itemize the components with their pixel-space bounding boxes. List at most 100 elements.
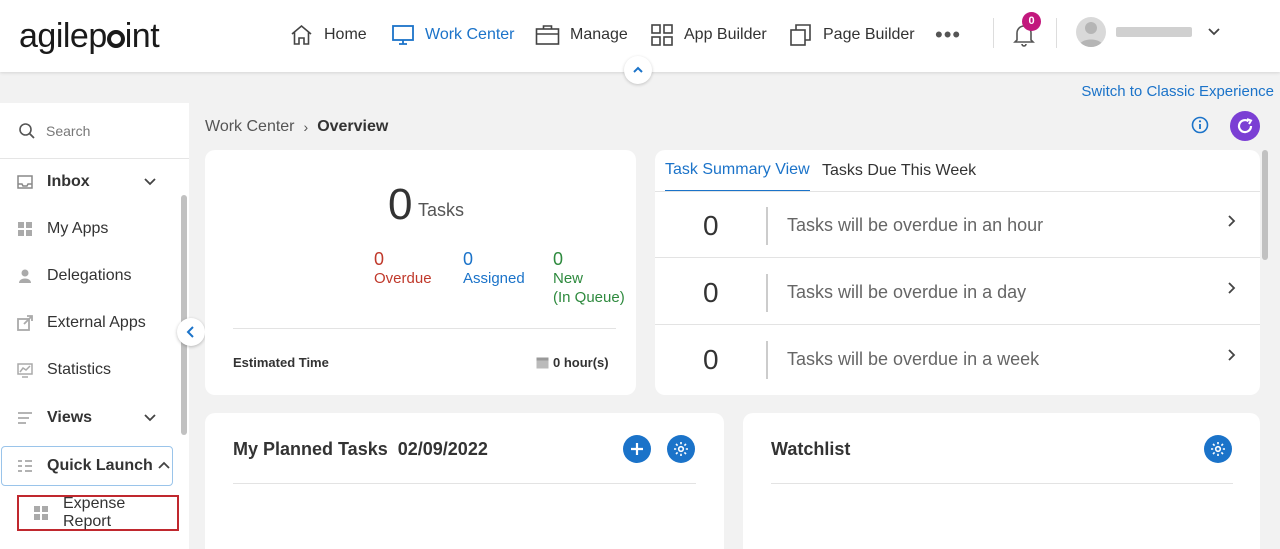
sidebar-item-label: Delegations [47, 267, 132, 284]
breadcrumb-root[interactable]: Work Center [205, 118, 295, 136]
sidebar-item-inbox[interactable]: Inbox [0, 162, 182, 202]
sidebar-item-quick-launch[interactable]: Quick Launch [0, 446, 174, 486]
sidebar-item-views[interactable]: Views [0, 398, 182, 438]
watchlist-card: Watchlist [743, 413, 1260, 549]
estimated-time-label: Estimated Time [233, 355, 329, 370]
row-divider [766, 341, 768, 379]
lines-icon [17, 410, 33, 426]
row-text: Tasks will be overdue in an hour [787, 215, 1044, 235]
grid-icon [651, 24, 673, 46]
nav-home-label: Home [324, 26, 367, 43]
nav-home[interactable]: Home [289, 20, 367, 50]
sidebar-item-delegations[interactable]: Delegations [0, 256, 182, 296]
home-icon [291, 24, 312, 45]
plus-icon [631, 443, 643, 455]
collapse-header-button[interactable] [624, 56, 652, 84]
sidebar-scrollbar[interactable] [181, 195, 187, 435]
user-avatar[interactable] [1076, 17, 1106, 47]
search-placeholder: Search [46, 122, 91, 139]
assigned-stat[interactable]: 0 Assigned [463, 250, 525, 288]
new-sublabel: (In Queue) [553, 289, 625, 306]
my-planned-tasks-card: My Planned Tasks 02/09/2022 [205, 413, 724, 549]
sidebar-item-label: Quick Launch [47, 457, 153, 474]
agilepoint-logo[interactable]: agilep int [19, 17, 160, 56]
planned-date[interactable]: 02/09/2022 [398, 439, 488, 459]
card-divider [233, 328, 616, 329]
sidebar-item-statistics[interactable]: Statistics [0, 350, 182, 390]
row-divider [766, 274, 768, 312]
planned-settings-button[interactable] [667, 435, 695, 463]
chevron-down-icon[interactable] [142, 410, 158, 426]
planned-tasks-title: My Planned Tasks 02/09/2022 [233, 439, 488, 460]
tasks-overview-card: 0 Tasks 0 Overdue 0 Assigned 0 New (In Q… [205, 150, 636, 395]
watchlist-settings-button[interactable] [1204, 435, 1232, 463]
quick-launch-expense-report[interactable]: Expense Report [17, 495, 179, 531]
main-scrollbar[interactable] [1262, 150, 1268, 260]
chevron-right-icon[interactable] [1226, 281, 1238, 295]
chevron-up-icon[interactable] [157, 459, 171, 473]
copy-pages-icon [790, 24, 811, 46]
assigned-count: 0 [463, 249, 474, 269]
add-task-button[interactable] [623, 435, 651, 463]
briefcase-icon [535, 25, 560, 45]
summary-row-hour[interactable]: 0 Tasks will be overdue in an hour [655, 192, 1260, 258]
nav-page-builder[interactable]: Page Builder [789, 20, 915, 50]
row-count: 0 [703, 277, 719, 308]
task-summary-card: Task Summary View Tasks Due This Week 0 … [655, 150, 1260, 395]
refresh-button[interactable] [1230, 111, 1260, 141]
nav-page-builder-label: Page Builder [823, 26, 915, 43]
sidebar-item-label: Views [47, 409, 93, 426]
info-icon[interactable] [1191, 116, 1209, 134]
nav-work-center[interactable]: Work Center [391, 20, 515, 50]
total-tasks-count: 0 [388, 180, 413, 229]
notification-count-badge: 0 [1022, 12, 1041, 31]
user-name-redacted[interactable] [1116, 27, 1192, 37]
nav-divider [993, 18, 994, 48]
search-icon [19, 122, 35, 139]
total-tasks-label: Tasks [418, 200, 465, 220]
user-silhouette-icon [1079, 22, 1103, 47]
chevron-down-icon[interactable] [1206, 24, 1222, 40]
chevron-down-icon[interactable] [142, 174, 158, 190]
new-label: New [553, 270, 584, 287]
nav-app-builder[interactable]: App Builder [650, 20, 767, 50]
app-grid-icon [33, 505, 49, 521]
sidebar-item-external-apps[interactable]: External Apps [0, 303, 182, 343]
summary-row-week[interactable]: 0 Tasks will be overdue in a week [655, 326, 1260, 392]
more-options-icon[interactable]: ••• [935, 22, 961, 48]
overdue-label: Overdue [374, 270, 432, 287]
row-count: 0 [703, 344, 719, 375]
sidebar-item-label: External Apps [47, 314, 146, 331]
external-link-icon [17, 315, 33, 331]
nav-manage[interactable]: Manage [535, 20, 628, 50]
chevron-left-icon [186, 326, 194, 338]
row-divider [766, 207, 768, 245]
overdue-stat[interactable]: 0 Overdue [374, 250, 432, 288]
expense-report-label: Expense Report [63, 495, 126, 530]
card-divider [233, 483, 696, 484]
sidebar-item-my-apps[interactable]: My Apps [0, 209, 182, 249]
person-icon [17, 268, 33, 284]
chevron-right-icon[interactable] [1226, 348, 1238, 362]
new-stat[interactable]: 0 New (In Queue) [553, 250, 625, 307]
summary-row-day[interactable]: 0 Tasks will be overdue in a day [655, 259, 1260, 325]
tab-label: Task Summary View [665, 161, 810, 178]
chevron-right-icon[interactable] [1226, 214, 1238, 228]
breadcrumb-current: Overview [317, 118, 389, 135]
row-text: Tasks will be overdue in a day [787, 282, 1027, 302]
hours-text: 0 hour(s) [553, 355, 609, 370]
switch-classic-link[interactable]: Switch to Classic Experience [1081, 83, 1274, 100]
estimated-time-value: 0 hour(s) [536, 355, 609, 370]
inbox-icon [17, 174, 33, 190]
breadcrumb: Work Center › Overview [205, 118, 388, 136]
refresh-icon [1237, 118, 1253, 134]
collapse-sidebar-button[interactable] [177, 318, 205, 346]
tab-tasks-due-this-week[interactable]: Tasks Due This Week [822, 150, 976, 192]
sidebar-item-label: Inbox [47, 173, 90, 190]
calendar-icon [536, 357, 549, 368]
apps-grid-icon [17, 221, 33, 237]
planned-title-text: My Planned Tasks [233, 439, 388, 459]
tab-task-summary-view[interactable]: Task Summary View [665, 150, 810, 192]
row-count: 0 [703, 210, 719, 241]
sidebar-search[interactable]: Search [0, 103, 189, 159]
